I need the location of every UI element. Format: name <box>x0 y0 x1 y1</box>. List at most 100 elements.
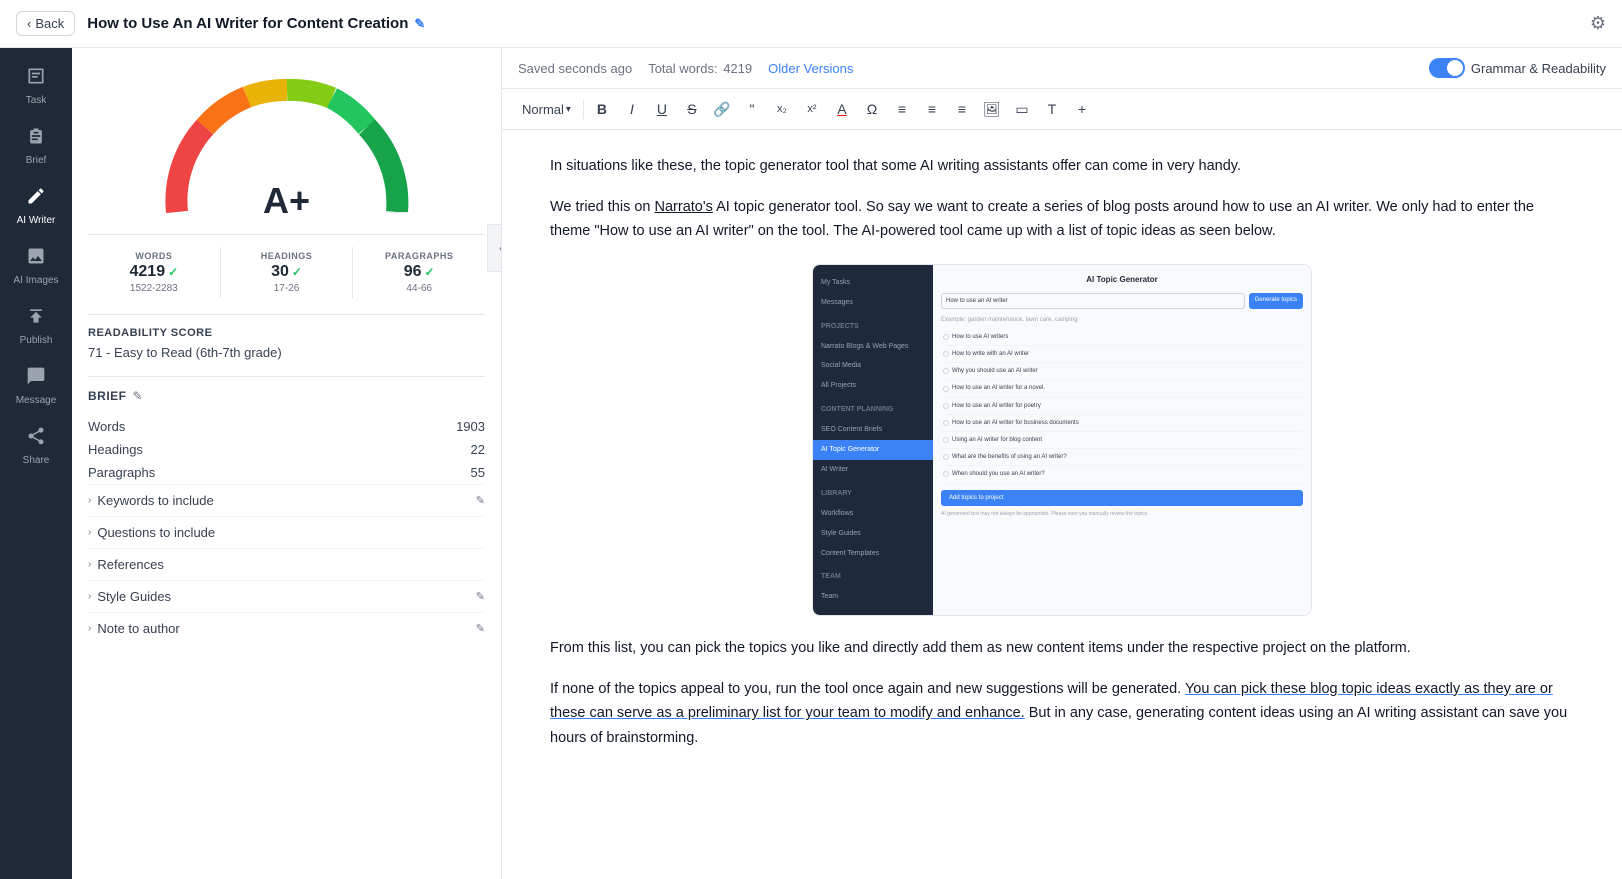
collapsible-questions[interactable]: › Questions to include <box>88 516 485 548</box>
grade-label: A+ <box>263 180 310 222</box>
publish-icon <box>26 306 46 331</box>
paragraphs-check-icon: ✓ <box>425 265 435 279</box>
content-paragraph-2: We tried this on Narrato's AI topic gene… <box>550 195 1574 244</box>
ss-nav-team: Team <box>813 587 933 607</box>
indent-button[interactable]: ≡ <box>948 95 976 123</box>
grammar-toggle-wrap: Grammar & Readability <box>1429 58 1606 78</box>
dropdown-arrow-icon: ▾ <box>566 104 571 115</box>
ss-example-text: Example: garden maintenance, lawn care, … <box>941 315 1303 325</box>
editor-toolbar: Normal ▾ B I U S 🔗 " x₂ x² A Ω ≡ ≡ ≡ 🖼 ▭… <box>502 89 1622 130</box>
page-title: How to Use An AI Writer for Content Crea… <box>87 15 1590 32</box>
italic-button[interactable]: I <box>618 95 646 123</box>
narrato-link[interactable]: Narrato's <box>655 199 713 215</box>
ss-nav-style: Style Guides <box>813 524 933 544</box>
older-versions-link[interactable]: Older Versions <box>768 61 853 76</box>
clear-format-button[interactable]: T <box>1038 95 1066 123</box>
chevron-right-icon: › <box>88 559 91 570</box>
editor-topbar: Saved seconds ago Total words: 4219 Olde… <box>502 48 1622 89</box>
sidebar-item-ai-images[interactable]: AI Images <box>0 236 72 296</box>
top-header: ‹ Back How to Use An AI Writer for Conte… <box>0 0 1622 48</box>
ss-list-item-1: How to use AI writers <box>941 329 1303 346</box>
insert-button[interactable]: + <box>1068 95 1096 123</box>
back-button[interactable]: ‹ Back <box>16 11 75 36</box>
ss-library-header: LIBRARY <box>813 484 933 504</box>
brief-row-words: Words 1903 <box>88 415 485 438</box>
collapsible-style-guides[interactable]: › Style Guides ✎ <box>88 580 485 612</box>
sidebar-item-task[interactable]: Task <box>0 56 72 116</box>
ss-nav-ai-topic: AI Topic Generator <box>813 440 933 460</box>
special-chars-button[interactable]: Ω <box>858 95 886 123</box>
editor-content[interactable]: In situations like these, the topic gene… <box>502 130 1622 879</box>
font-color-button[interactable]: A <box>828 95 856 123</box>
ss-nav-templates: Content Templates <box>813 544 933 564</box>
ss-list-item-7: Using an AI writer for blog content <box>941 432 1303 449</box>
gauge-wrap: A+ <box>147 72 427 222</box>
keywords-edit-icon[interactable]: ✎ <box>476 494 485 507</box>
message-icon <box>26 366 46 391</box>
link-button[interactable]: 🔗 <box>708 95 736 123</box>
blockquote-button[interactable]: " <box>738 95 766 123</box>
content-paragraph-4: If none of the topics appeal to you, run… <box>550 677 1574 751</box>
style-dropdown[interactable]: Normal ▾ <box>514 99 579 120</box>
stat-headings: HEADINGS 30 ✓ 17-26 <box>221 247 354 298</box>
content-paragraph-3: From this list, you can pick the topics … <box>550 636 1574 661</box>
strikethrough-button[interactable]: S <box>678 95 706 123</box>
content-paragraph-1: In situations like these, the topic gene… <box>550 154 1574 179</box>
stats-row: WORDS 4219 ✓ 1522-2283 HEADINGS 30 ✓ 17-… <box>88 234 485 298</box>
chevron-right-icon: › <box>88 495 91 506</box>
collapsible-note[interactable]: › Note to author ✎ <box>88 612 485 644</box>
ss-topic-input: How to use an AI writer <box>941 293 1245 309</box>
sidebar-item-brief[interactable]: Brief <box>0 116 72 176</box>
underline-button[interactable]: U <box>648 95 676 123</box>
toolbar-separator <box>583 99 584 119</box>
image-button[interactable]: 🖼 <box>978 95 1006 123</box>
collapsible-references[interactable]: › References <box>88 548 485 580</box>
unordered-list-button[interactable]: ≡ <box>918 95 946 123</box>
ss-input-row: How to use an AI writer Generate topics <box>941 293 1303 309</box>
grammar-toggle[interactable] <box>1429 58 1465 78</box>
superscript-button[interactable]: x² <box>798 95 826 123</box>
subscript-button[interactable]: x₂ <box>768 95 796 123</box>
sidebar-item-share[interactable]: Share <box>0 416 72 476</box>
title-edit-icon[interactable]: ✎ <box>414 16 425 32</box>
panel-collapse-toggle[interactable]: ‹ <box>487 224 502 272</box>
topic-ideas-link[interactable]: You can pick these blog topic ideas exac… <box>550 681 1553 722</box>
brief-header: BRIEF ✎ <box>88 389 485 403</box>
ss-content-planning-header: CONTENT PLANNING <box>813 400 933 420</box>
main-layout: Task Brief AI Writer AI Images Publish <box>0 48 1622 879</box>
ss-nav-allprojects: All Projects <box>813 376 933 396</box>
brief-edit-icon[interactable]: ✎ <box>133 389 143 403</box>
total-words-label: Total words: 4219 <box>648 61 752 76</box>
brief-icon <box>26 126 46 151</box>
headings-check-icon: ✓ <box>292 265 302 279</box>
brief-row-paragraphs: Paragraphs 55 <box>88 461 485 484</box>
ss-sidebar: My Tasks Messages PROJECTS Narrato Blogs… <box>813 265 933 615</box>
sidebar-item-message[interactable]: Message <box>0 356 72 416</box>
ai-writer-icon <box>26 186 46 211</box>
sidebar-item-ai-writer[interactable]: AI Writer <box>0 176 72 236</box>
note-edit-icon[interactable]: ✎ <box>476 622 485 635</box>
chevron-right-icon: › <box>88 623 91 634</box>
saved-indicator: Saved seconds ago <box>518 61 632 76</box>
ss-nav-workflows: Workflows <box>813 504 933 524</box>
ss-nav-messages: Messages <box>813 293 933 313</box>
ss-add-btn: Add topics to project <box>941 490 1303 506</box>
editor-panel: Saved seconds ago Total words: 4219 Olde… <box>502 48 1622 879</box>
chevron-right-icon: › <box>88 591 91 602</box>
settings-icon[interactable]: ⚙ <box>1590 13 1606 34</box>
sidebar-item-publish[interactable]: Publish <box>0 296 72 356</box>
style-guides-edit-icon[interactable]: ✎ <box>476 590 485 603</box>
table-button[interactable]: ▭ <box>1008 95 1036 123</box>
ss-main: AI Topic Generator How to use an AI writ… <box>933 265 1311 615</box>
ss-nav-social: Social Media <box>813 356 933 376</box>
ai-images-icon <box>26 246 46 271</box>
ss-footer-note: AI generated text may not always be appr… <box>941 510 1303 519</box>
collapsible-keywords[interactable]: › Keywords to include ✎ <box>88 484 485 516</box>
bold-button[interactable]: B <box>588 95 616 123</box>
ss-team-header: TEAM <box>813 567 933 587</box>
screenshot-inner: My Tasks Messages PROJECTS Narrato Blogs… <box>813 265 1311 615</box>
ss-main-header: AI Topic Generator <box>941 273 1303 287</box>
chevron-right-icon: › <box>88 527 91 538</box>
ordered-list-button[interactable]: ≡ <box>888 95 916 123</box>
ss-list-item-9: When should you use an AI writer? <box>941 466 1303 483</box>
